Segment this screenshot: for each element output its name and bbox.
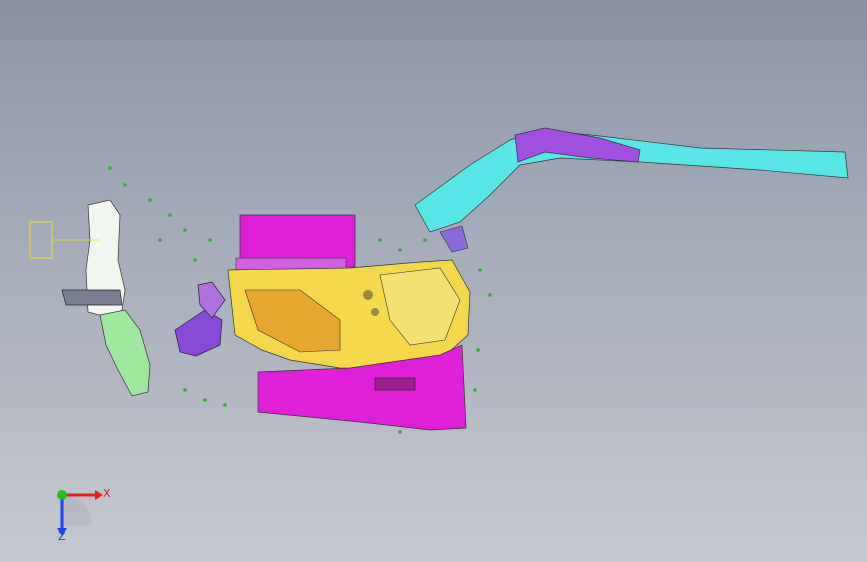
z-axis-label: Z [58, 530, 66, 543]
yellow-floor-structure[interactable] [227, 259, 471, 371]
upper-magenta-panel[interactable] [235, 214, 356, 271]
cad-3d-viewport[interactable]: X Z [0, 0, 867, 562]
x-axis-label: X [103, 487, 111, 500]
triad-quadrant-shading [62, 495, 92, 525]
cyan-roof-rail[interactable] [414, 127, 849, 253]
coordinate-triad[interactable]: X Z [40, 480, 111, 545]
car-body-assembly-model[interactable] [0, 0, 867, 562]
purple-bracket-part[interactable] [174, 281, 226, 357]
y-axis-origin [57, 490, 67, 500]
left-pillar-bracket[interactable] [29, 199, 151, 397]
x-axis-arrowhead [95, 490, 103, 500]
